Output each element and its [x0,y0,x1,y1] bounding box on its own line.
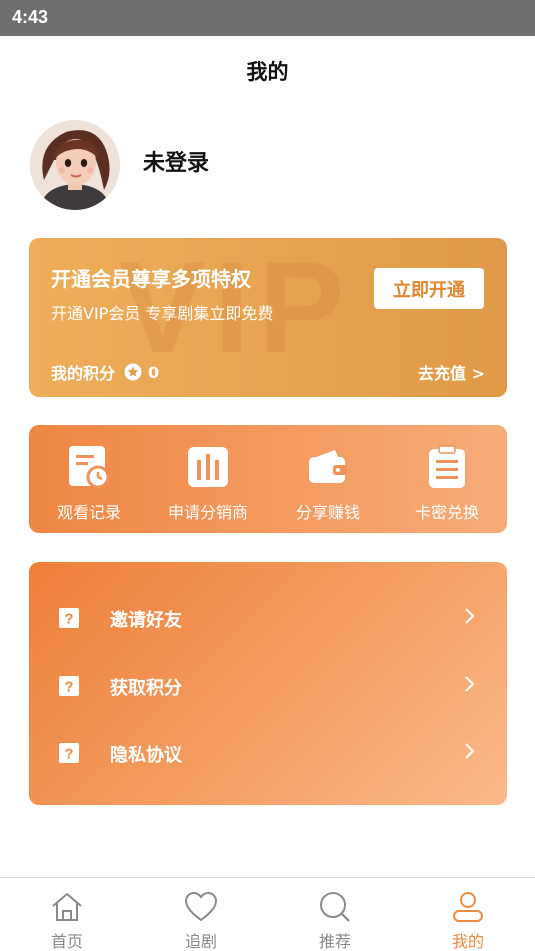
recharge-link[interactable]: 去充值 > [418,360,485,384]
chart-bars-icon [188,447,228,487]
points-label: 我的积分 [51,364,116,383]
menu-card: ? 邀请好友 ? 获取积分 ? 隐私协议 [29,562,507,805]
home-icon [52,893,82,921]
menu-item-invite-friends[interactable]: ? 邀请好友 [29,589,507,645]
vip-card: VIP 开通会员尊享多项特权 开通VIP会员 专享剧集立即免费 立即开通 我的积… [29,238,507,397]
svg-text:?: ? [64,746,73,763]
user-icon [453,892,483,922]
svg-text:?: ? [64,679,73,696]
chevron-right-icon [465,608,475,624]
points-coin-icon [124,363,142,381]
menu-item-label: 隐私协议 [110,745,182,766]
status-time: 4:43 [12,7,49,27]
search-icon [320,892,350,922]
history-icon [69,446,110,489]
help-icon: ? [59,608,79,628]
help-icon: ? [59,743,79,763]
action-label: 观看记录 [56,503,121,522]
points-value: 0 [148,362,160,382]
menu-item-privacy-policy[interactable]: ? 隐私协议 [29,724,507,780]
action-redeem-card[interactable]: 卡密兑换 [387,425,507,533]
bottom-tab-bar: 首页 追剧 推荐 我的 [0,877,535,951]
avatar[interactable] [30,120,120,210]
tab-mine[interactable]: 我的 [401,878,535,951]
wallet-icon [309,450,347,483]
action-apply-distributor[interactable]: 申请分销商 [148,425,268,533]
menu-item-label: 邀请好友 [110,610,182,631]
tab-follow[interactable]: 追剧 [134,878,268,951]
status-bar: 4:43 [0,0,535,36]
chevron-right-icon [465,676,475,692]
menu-item-label: 获取积分 [110,678,182,699]
action-label: 卡密兑换 [414,503,479,522]
quick-actions-card: 观看记录 申请分销商 分享赚钱 卡密兑换 [29,425,507,533]
tab-recommend[interactable]: 推荐 [268,878,402,951]
tab-label: 我的 [451,932,484,951]
tab-label: 首页 [50,932,83,951]
tab-label: 追剧 [184,932,217,951]
chevron-right-icon [465,743,475,759]
action-label: 申请分销商 [167,503,248,522]
svg-text:?: ? [64,611,73,628]
vip-subtitle: 开通VIP会员 专享剧集立即免费 [51,304,274,323]
open-vip-button[interactable]: 立即开通 [374,268,484,309]
action-watch-history[interactable]: 观看记录 [29,425,149,533]
tab-home[interactable]: 首页 [0,878,134,951]
points-row: 我的积分 0 [51,360,159,384]
action-share-earn[interactable]: 分享赚钱 [268,425,388,533]
vip-title: 开通会员尊享多项特权 [51,267,251,291]
action-label: 分享赚钱 [295,503,360,522]
heart-icon [184,891,218,922]
login-status-label[interactable]: 未登录 [143,145,209,177]
clipboard-icon [429,445,465,488]
avatar-illustration [30,120,120,210]
page-title: 我的 [246,60,289,84]
tab-label: 推荐 [318,932,351,951]
menu-item-get-points[interactable]: ? 获取积分 [29,657,507,713]
help-icon: ? [59,676,79,696]
